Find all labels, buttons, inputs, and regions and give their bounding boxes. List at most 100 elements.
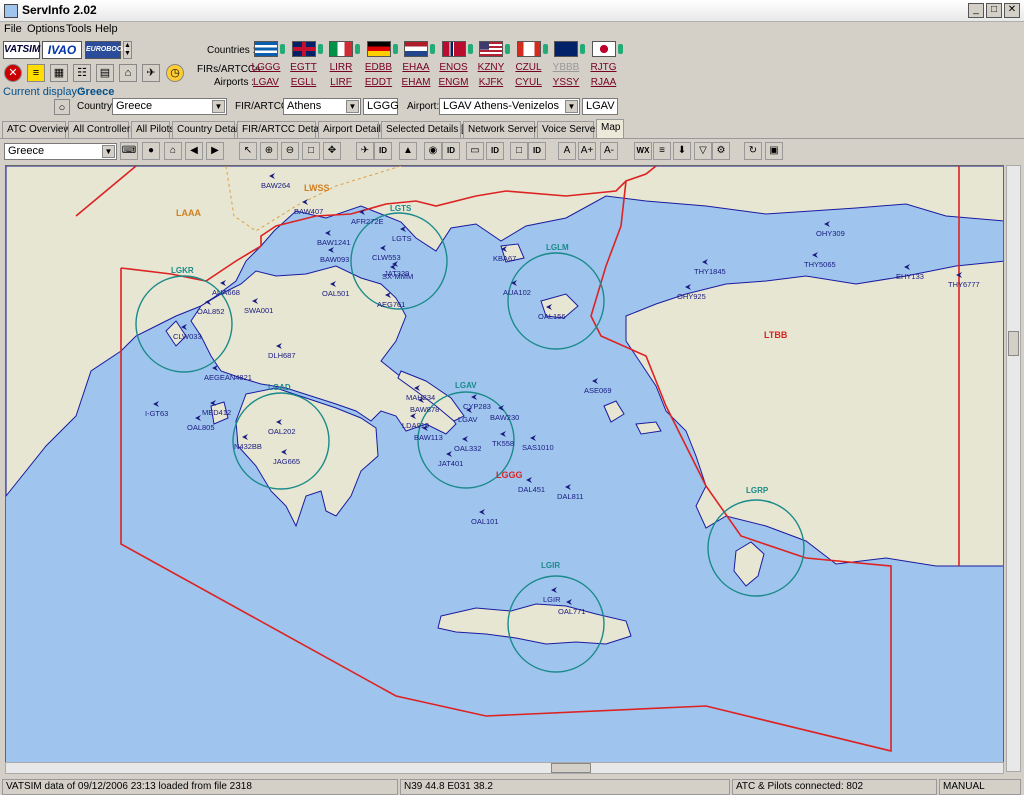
flag-germany-icon[interactable] [366,41,391,57]
keyboard-icon[interactable]: ⌨ [120,142,138,160]
aircraft-icon[interactable] [400,226,406,232]
ivao-logo[interactable]: IVAO [42,41,82,59]
flag-italy-icon[interactable] [329,41,353,57]
vatsim-logo[interactable]: VATSIM [3,41,40,59]
minimize-button[interactable]: _ [968,3,984,18]
globe-icon[interactable]: ● [142,142,160,160]
tower-icon[interactable]: ⌂ [119,64,137,82]
arrival-icon[interactable]: ▲ [399,142,417,160]
aircraft-icon[interactable] [380,245,386,251]
airport-icon[interactable]: ◉ [424,142,442,160]
fir-link[interactable]: EGTT [288,62,320,73]
vertical-scrollbar[interactable] [1006,165,1021,772]
tab-all-pilots[interactable]: All Pilots [131,121,174,138]
fir-code-field[interactable]: LGGG [363,98,399,115]
box-id-toggle[interactable]: ID [528,142,546,160]
airport-link[interactable]: CYUL [513,77,545,88]
fir-link[interactable]: KZNY [475,62,507,73]
airport-select[interactable]: LGAV Athens-Venizelos ▼ [439,98,580,115]
aircraft-icon[interactable] [500,431,506,437]
tab-atc-overview[interactable]: ATC Overview [2,121,71,138]
clock-icon[interactable]: ◷ [166,64,184,82]
aircraft-icon[interactable]: ✈ [142,64,160,82]
aircraft-icon[interactable] [565,484,571,490]
flag-uk-icon[interactable] [291,41,316,57]
tab-all-controllers[interactable]: All Controllers [68,121,135,138]
aircraft-icon[interactable] [526,477,532,483]
flag-canada-icon[interactable] [516,41,541,57]
forward-icon[interactable]: ▶ [206,142,224,160]
list-icon[interactable]: ☷ [73,64,91,82]
grid-icon[interactable]: ▦ [50,64,68,82]
fir-link[interactable]: ENOS [438,62,470,73]
airport-link[interactable]: RJAA [588,77,620,88]
maximize-button[interactable]: □ [986,3,1002,18]
fir-link[interactable]: EHAA [400,62,432,73]
zoom-box-icon[interactable]: □ [302,142,320,160]
refresh-icon[interactable]: ↻ [744,142,762,160]
map-view[interactable]: LAAA LWSS LTBB LGGG LGTS LGKR LGAD LGAV LGLM LGRP… [5,165,1004,772]
airport-link[interactable]: KJFK [475,77,507,88]
menu-options[interactable]: Options [27,23,65,35]
fir-link[interactable]: CZUL [513,62,545,73]
aircraft-icon[interactable] [195,415,201,421]
stop-icon[interactable]: ✕ [4,64,22,82]
aircraft-icon[interactable] [702,259,708,265]
pointer-icon[interactable]: ↖ [239,142,257,160]
tab-map[interactable]: Map [596,119,624,138]
fir-link[interactable]: YBBB [550,62,582,73]
eurobook-logo[interactable]: EUROBOOK [85,41,127,59]
aircraft-icon[interactable] [212,365,218,371]
airport-id-toggle[interactable]: ID [442,142,460,160]
aircraft-icon[interactable] [530,435,536,441]
fir-id-toggle[interactable]: ID [486,142,504,160]
fir-link[interactable]: LGGG [250,62,282,73]
aircraft-icon[interactable] [566,599,572,605]
airport-link[interactable]: LIRF [325,77,357,88]
aircraft-icon[interactable] [592,378,598,384]
weather-icon[interactable]: WX [634,142,652,160]
close-button[interactable]: ✕ [1004,3,1020,18]
zoom-out-icon[interactable]: ⊖ [281,142,299,160]
options-icon[interactable]: ▣ [765,142,783,160]
tab-airport-details[interactable]: Airport Details [318,121,386,138]
aircraft-icon[interactable] [446,451,452,457]
aircraft-icon[interactable] [551,587,557,593]
aircraft-icon[interactable] [479,509,485,515]
aircraft-icon[interactable] [685,284,691,290]
fir-link[interactable]: LIRR [325,62,357,73]
airport-link[interactable]: EDDT [363,77,395,88]
logo-spinner[interactable]: ▲ ▼ [123,41,132,59]
home-icon[interactable]: ⌂ [164,142,182,160]
fir-link[interactable]: EDBB [363,62,395,73]
font-smaller-icon[interactable]: A- [600,142,618,160]
flag-norway-icon[interactable] [441,41,466,57]
fir-icon[interactable]: ▭ [466,142,484,160]
airport-link[interactable]: ENGM [438,77,470,88]
horizontal-scroll-thumb[interactable] [551,763,591,773]
aircraft-icon[interactable] [462,436,468,442]
aircraft-icon[interactable] [153,401,159,407]
menu-help[interactable]: Help [95,23,118,35]
aircraft-icon[interactable] [812,252,818,258]
menu-file[interactable]: File [4,23,22,35]
airport-code-field[interactable]: LGAV [582,98,618,115]
tab-fir-artcc-details[interactable]: FIR/ARTCC Details [237,121,329,138]
zoom-in-icon[interactable]: ⊕ [260,142,278,160]
country-select[interactable]: Greece ▼ [112,98,227,115]
search-icon[interactable]: ○ [54,99,70,115]
tab-country-details[interactable]: Country Details [172,121,245,138]
font-larger-icon[interactable]: A+ [578,142,596,160]
airport-link[interactable]: EHAM [400,77,432,88]
aircraft-filter-icon[interactable]: ✈ [356,142,374,160]
filter-icon[interactable]: ▽ [694,142,712,160]
flag-japan-icon[interactable] [591,41,616,57]
menu-tools[interactable]: Tools [66,23,92,35]
airport-link[interactable]: EGLL [288,77,320,88]
fir-link[interactable]: RJTG [588,62,620,73]
flag-netherlands-icon[interactable] [404,41,428,57]
aircraft-id-toggle[interactable]: ID [374,142,392,160]
aircraft-icon[interactable] [824,221,830,227]
aircraft-icon[interactable] [904,264,910,270]
settings-icon[interactable]: ⚙ [712,142,730,160]
